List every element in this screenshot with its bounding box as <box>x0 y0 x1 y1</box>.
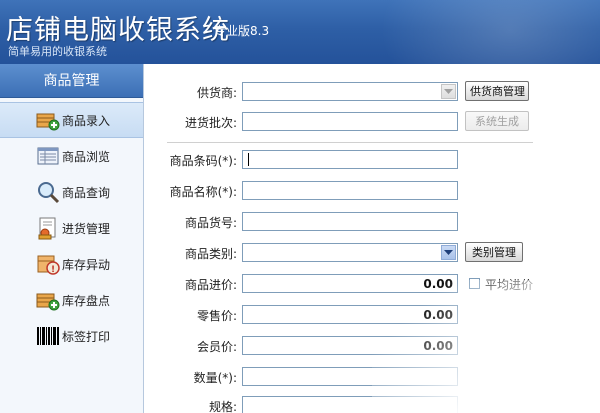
auto-generate-button[interactable]: 系统生成 <box>465 111 529 131</box>
sidebar-item-label: 库存异动 <box>62 257 111 272</box>
average-cost-label: 平均进价 <box>485 278 534 292</box>
chevron-down-icon[interactable] <box>441 245 456 260</box>
cost-price-input[interactable] <box>242 274 458 293</box>
sidebar-item-product-search[interactable]: 商品查询 <box>0 174 143 210</box>
category-manage-button[interactable]: 类别管理 <box>465 242 523 262</box>
purchase-icon <box>36 216 60 240</box>
supplier-select[interactable] <box>242 82 458 101</box>
average-cost-checkbox[interactable] <box>469 278 480 289</box>
cost-price-label: 商品进价: <box>184 278 237 292</box>
quantity-input[interactable] <box>242 367 458 386</box>
product-entry-form: 供货商: 供货商管理 进货批次: 系统生成 商品条码(*): 商品名称(*): … <box>145 64 600 413</box>
chevron-down-icon[interactable] <box>441 84 456 99</box>
product-name-label: 商品名称(*): <box>169 185 237 199</box>
stock-change-icon: ! <box>36 252 60 276</box>
sidebar-title: 商品管理 <box>0 64 143 98</box>
quantity-label: 数量(*): <box>193 371 237 385</box>
barcode-label: 商品条码(*): <box>169 154 237 168</box>
retail-price-label: 零售价: <box>196 309 237 323</box>
app-header: 店铺电脑收银系统 简单易用的收银系统 专业版8.3 <box>0 0 600 64</box>
batch-input[interactable] <box>242 112 458 131</box>
spec-label: 规格: <box>208 400 237 413</box>
sidebar-item-product-browse[interactable]: 商品浏览 <box>0 138 143 174</box>
app-subtitle: 简单易用的收银系统 <box>8 45 107 58</box>
sidebar-item-product-entry[interactable]: 商品录入 <box>0 102 143 138</box>
product-name-input[interactable] <box>242 181 458 200</box>
sidebar-item-purchase[interactable]: 进货管理 <box>0 210 143 246</box>
sku-label: 商品货号: <box>184 216 237 230</box>
sidebar-item-label-print[interactable]: 标签打印 <box>0 318 143 354</box>
product-browse-icon <box>36 144 60 168</box>
svg-text:!: ! <box>51 265 55 275</box>
sidebar-item-label: 标签打印 <box>62 329 111 344</box>
sidebar-item-stock-count[interactable]: 库存盘点 <box>0 282 143 318</box>
magnifier-icon <box>36 180 60 204</box>
form-divider <box>167 142 533 143</box>
barcode-icon <box>36 324 60 348</box>
text-cursor <box>248 153 249 166</box>
sidebar-item-label: 库存盘点 <box>62 293 111 308</box>
member-price-input[interactable] <box>242 336 458 355</box>
category-select[interactable] <box>242 243 458 262</box>
category-label: 商品类别: <box>184 247 237 261</box>
retail-price-input[interactable] <box>242 305 458 324</box>
sidebar-item-label: 进货管理 <box>62 221 111 236</box>
sidebar-item-label: 商品录入 <box>62 113 111 128</box>
sidebar-item-stock-change[interactable]: ! 库存异动 <box>0 246 143 282</box>
sidebar: 商品管理 商品录入 商品浏览 商品查询 进货管理 ! 库存异动 库存盘点 标签打… <box>0 64 144 413</box>
sidebar-item-label: 商品查询 <box>62 185 111 200</box>
supplier-label: 供货商: <box>196 86 237 100</box>
supplier-manage-button[interactable]: 供货商管理 <box>465 81 529 101</box>
barcode-input[interactable] <box>242 150 458 169</box>
spec-input[interactable] <box>242 396 458 413</box>
sidebar-item-label: 商品浏览 <box>62 149 111 164</box>
batch-label: 进货批次: <box>184 116 237 130</box>
stock-count-icon <box>36 288 60 312</box>
product-entry-icon <box>36 108 60 132</box>
sku-input[interactable] <box>242 212 458 231</box>
member-price-label: 会员价: <box>196 340 237 354</box>
app-title: 店铺电脑收银系统 <box>6 15 230 46</box>
version-label: 专业版8.3 <box>214 24 270 38</box>
